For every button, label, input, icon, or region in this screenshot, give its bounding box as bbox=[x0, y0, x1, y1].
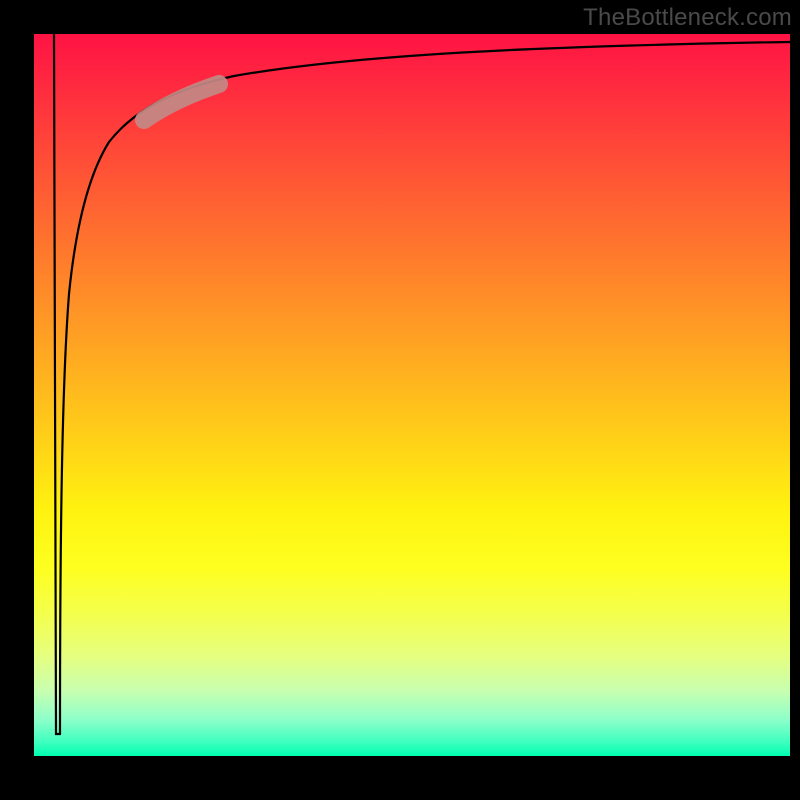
main-curve bbox=[60, 42, 790, 734]
chart-frame: TheBottleneck.com bbox=[0, 0, 800, 800]
highlight-segment bbox=[144, 84, 219, 120]
curve-layer bbox=[34, 34, 790, 756]
watermark-text: TheBottleneck.com bbox=[583, 4, 792, 32]
spike-line bbox=[54, 34, 60, 734]
